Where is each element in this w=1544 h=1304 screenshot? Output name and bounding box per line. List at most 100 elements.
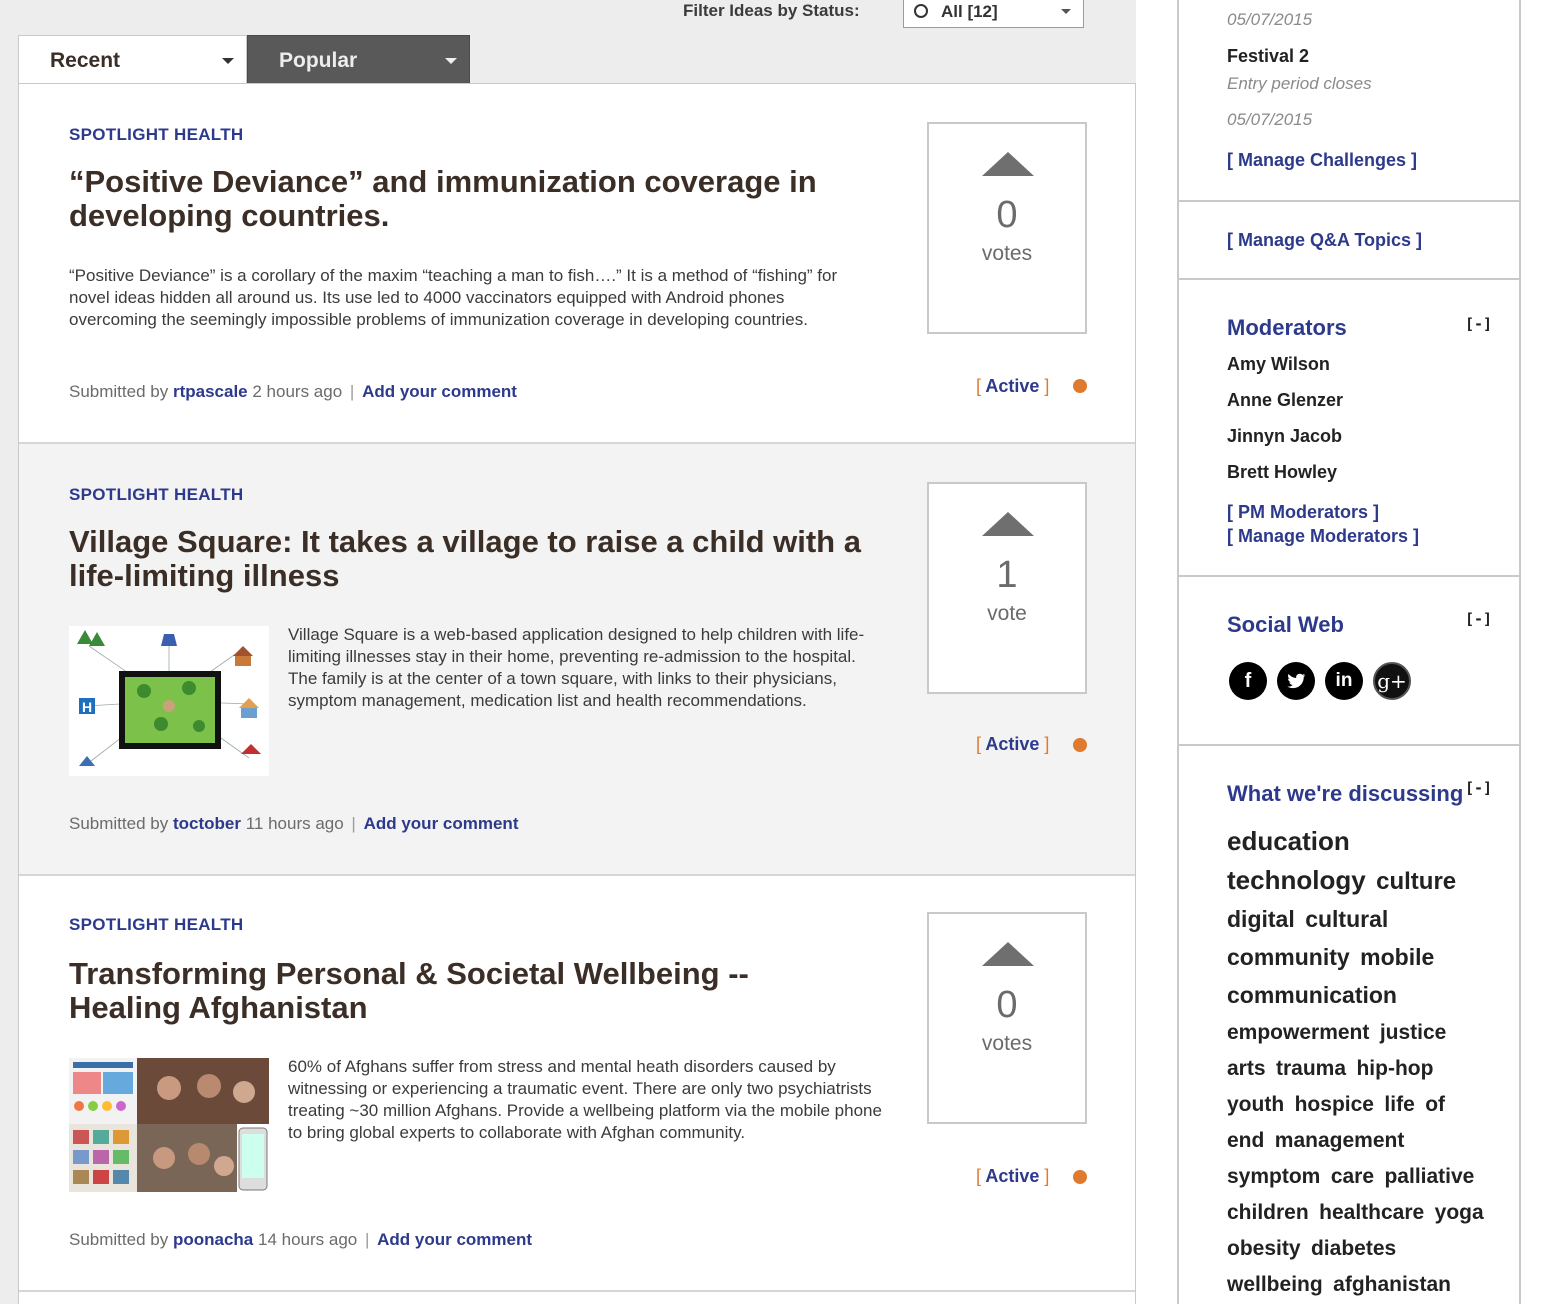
upvote-arrow-icon[interactable] [982, 512, 1034, 536]
idea-title[interactable]: “Positive Deviance” and immunization cov… [69, 165, 869, 233]
author-link[interactable]: poonacha [173, 1230, 253, 1249]
social-web-heading: Social Web [1227, 612, 1344, 637]
tag-link[interactable]: cultural [1305, 906, 1388, 932]
tag-link[interactable]: arts [1227, 1057, 1266, 1080]
chevron-down-icon [445, 58, 457, 64]
status-label: Active [985, 376, 1040, 396]
radio-icon [914, 4, 928, 18]
idea-title[interactable]: Village Square: It takes a village to ra… [69, 525, 869, 593]
status-badge[interactable]: [ Active ] [976, 734, 1049, 755]
tab-recent[interactable]: Recent [18, 35, 247, 84]
status-dot-icon [1073, 738, 1087, 752]
status-badge[interactable]: [ Active ] [976, 1166, 1049, 1187]
vote-count: 1 [996, 554, 1018, 596]
tag-link[interactable]: obesity [1227, 1237, 1301, 1260]
tag-link[interactable]: management [1275, 1129, 1405, 1152]
idea-category[interactable]: SPOTLIGHT HEALTH [69, 125, 243, 145]
status-dot-icon [1073, 1170, 1087, 1184]
status-label: Active [985, 1166, 1040, 1186]
tag-link[interactable]: diabetes [1311, 1237, 1396, 1260]
idea-description: Village Square is a web-based applicatio… [288, 625, 865, 710]
tag-link[interactable]: communication [1227, 982, 1397, 1008]
idea-thumbnail[interactable] [69, 1058, 269, 1208]
moderator-name[interactable]: Anne Glenzer [1227, 390, 1343, 411]
tab-popular[interactable]: Popular [247, 35, 470, 84]
idea-thumbnail[interactable]: H [69, 626, 269, 776]
tag-link[interactable]: trauma [1276, 1057, 1346, 1080]
pm-moderators-link[interactable]: [ PM Moderators ] [1227, 502, 1379, 523]
facebook-icon[interactable]: f [1229, 662, 1267, 700]
tag-link[interactable]: hospice [1295, 1093, 1374, 1116]
tag-link[interactable]: empowerment [1227, 1021, 1369, 1044]
tag-link[interactable]: of [1425, 1093, 1445, 1116]
separator: | [351, 814, 356, 833]
idea-card: SPOTLIGHT HEALTH “Positive Deviance” and… [19, 84, 1135, 444]
tag-link[interactable]: care [1331, 1165, 1374, 1188]
google-plus-icon[interactable]: g+ [1373, 662, 1411, 700]
tag-link[interactable]: palliative [1384, 1165, 1474, 1188]
linkedin-icon[interactable]: in [1325, 662, 1363, 700]
status-label: Active [985, 734, 1040, 754]
status-badge[interactable]: [ Active ] [976, 376, 1049, 397]
collapse-toggle[interactable]: [-] [1465, 779, 1492, 797]
ideas-list: SPOTLIGHT HEALTH “Positive Deviance” and… [18, 83, 1136, 1304]
tag-link[interactable]: youth [1227, 1093, 1284, 1116]
twitter-icon[interactable] [1277, 662, 1315, 700]
upvote-arrow-icon[interactable] [982, 942, 1034, 966]
challenges-section: 05/07/2015 Festival 2 Entry period close… [1179, 0, 1519, 202]
vote-count: 0 [996, 194, 1018, 236]
idea-meta: Submitted by toctober 11 hours ago | Add… [69, 814, 518, 834]
separator: | [364, 1230, 370, 1249]
tag-link[interactable]: culture [1376, 868, 1456, 895]
status-filter-value: All [12] [941, 2, 998, 21]
discussing-heading: What we're discussing [1227, 781, 1464, 806]
add-comment-link[interactable]: Add your comment [364, 814, 519, 833]
tag-link[interactable]: children [1227, 1201, 1309, 1224]
tag-link[interactable]: afghanistan [1333, 1273, 1451, 1296]
svg-text:H: H [82, 699, 92, 715]
moderators-heading: Moderators [1227, 315, 1347, 340]
moderator-name[interactable]: Jinnyn Jacob [1227, 426, 1342, 447]
collapse-toggle[interactable]: [-] [1465, 610, 1492, 628]
moderator-name[interactable]: Brett Howley [1227, 462, 1337, 483]
vote-label: votes [981, 1032, 1033, 1055]
idea-card: SPOTLIGHT HEALTH Transforming Personal &… [19, 876, 1135, 1292]
author-link[interactable]: toctober [173, 814, 241, 833]
moderators-section: Moderators [-] Amy Wilson Anne Glenzer J… [1179, 280, 1519, 577]
moderator-name[interactable]: Amy Wilson [1227, 354, 1330, 375]
tag-link[interactable]: technology [1227, 865, 1366, 895]
idea-title[interactable]: Transforming Personal & Societal Wellbei… [69, 957, 869, 1025]
vote-box: 0 votes [927, 912, 1087, 1124]
idea-category[interactable]: SPOTLIGHT HEALTH [69, 485, 243, 505]
time-ago: 2 hours ago [252, 382, 343, 401]
tag-link[interactable]: digital [1227, 906, 1295, 932]
collapse-toggle[interactable]: [-] [1465, 315, 1492, 333]
upvote-arrow-icon[interactable] [982, 152, 1034, 176]
challenge-date: 05/07/2015 [1227, 110, 1313, 129]
idea-category[interactable]: SPOTLIGHT HEALTH [69, 915, 243, 935]
tag-link[interactable]: justice [1380, 1021, 1447, 1044]
author-link[interactable]: rtpascale [173, 382, 248, 401]
manage-challenges-link[interactable]: [ Manage Challenges ] [1227, 150, 1417, 171]
submitted-by-label: Submitted by [69, 382, 169, 401]
challenge-date: 05/07/2015 [1227, 10, 1313, 29]
tag-link[interactable]: symptom [1227, 1165, 1320, 1188]
tag-link[interactable]: wellbeing [1227, 1273, 1323, 1296]
tag-link[interactable]: hip-hop [1356, 1057, 1433, 1080]
add-comment-link[interactable]: Add your comment [362, 382, 517, 401]
tag-link[interactable]: end [1227, 1129, 1264, 1152]
social-web-section: Social Web [-] [1179, 577, 1519, 746]
tag-link[interactable]: community [1227, 944, 1350, 970]
vote-count: 0 [996, 984, 1018, 1026]
tag-link[interactable]: life [1384, 1093, 1414, 1116]
status-filter-select[interactable]: All [12] [903, 0, 1084, 28]
manage-moderators-link[interactable]: [ Manage Moderators ] [1227, 526, 1419, 547]
chevron-down-icon [1061, 9, 1071, 14]
tag-link[interactable]: yoga [1435, 1201, 1484, 1224]
tag-link[interactable]: mobile [1360, 944, 1434, 970]
idea-meta: Submitted by rtpascale 2 hours ago | Add… [69, 382, 517, 402]
tag-link[interactable]: healthcare [1319, 1201, 1424, 1224]
add-comment-link[interactable]: Add your comment [377, 1230, 532, 1249]
tag-link[interactable]: education [1227, 826, 1350, 856]
manage-qa-topics-link[interactable]: [ Manage Q&A Topics ] [1227, 230, 1422, 251]
